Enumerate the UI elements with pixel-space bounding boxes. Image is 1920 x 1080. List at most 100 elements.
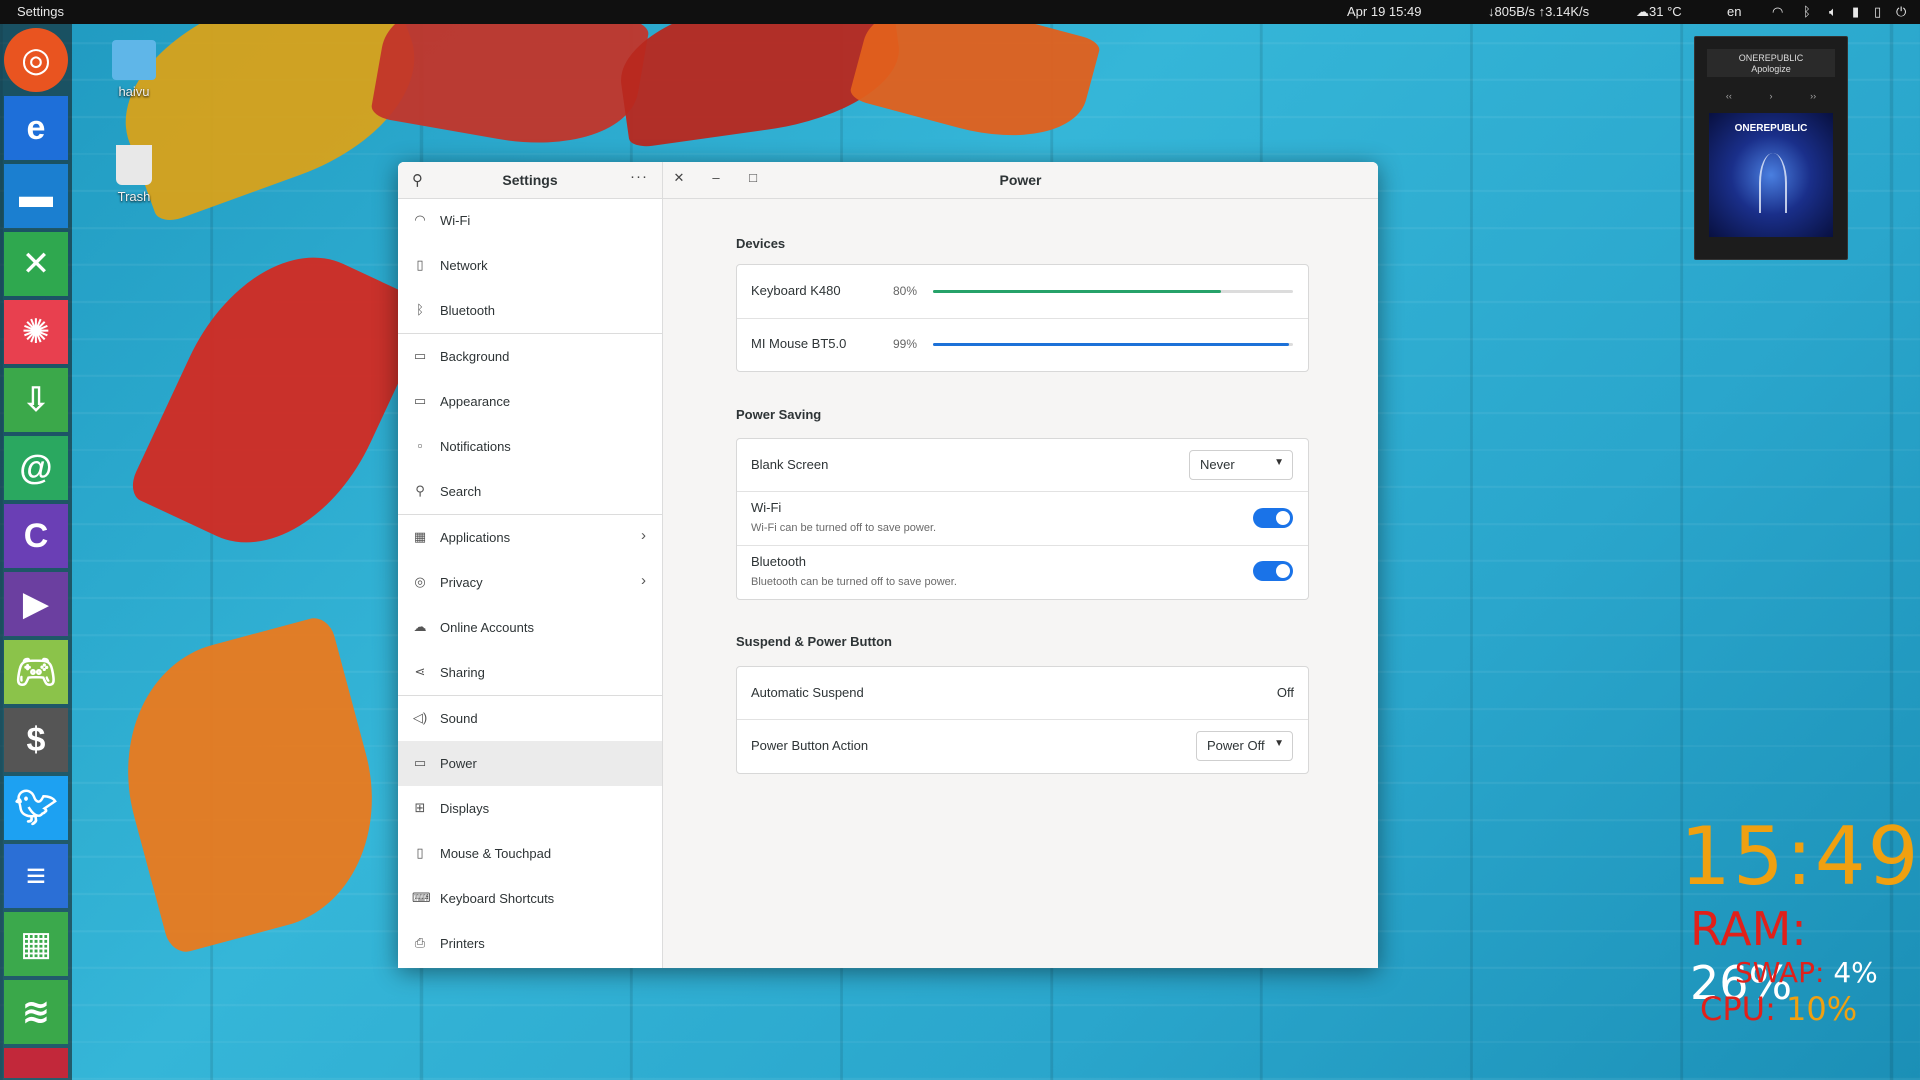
ram-label: RAM: bbox=[1690, 902, 1807, 956]
sidebar-item-power[interactable]: ▭ Power bbox=[398, 741, 662, 786]
leaf-decoration bbox=[369, 0, 651, 162]
folder-icon bbox=[112, 40, 156, 80]
sidebar-item-applications[interactable]: ▦ Applications › bbox=[398, 515, 662, 560]
album-art: ONEREPUBLIC bbox=[1709, 113, 1833, 237]
power-button-row: Power Button Action Power Off ▼ bbox=[737, 720, 1308, 773]
sidebar-item-network[interactable]: ▯ Network bbox=[398, 243, 662, 288]
ubuntu-icon[interactable]: ◎ bbox=[4, 28, 68, 92]
settings-sidebar: ⚲ Settings ··· ◠ Wi-Fi ▯ Network ᛒ Bluet… bbox=[398, 162, 663, 968]
language-indicator[interactable]: en bbox=[1727, 4, 1741, 19]
bluetooth-power-description: Bluetooth can be turned off to save powe… bbox=[751, 576, 957, 588]
sidebar-item-online-accounts[interactable]: ☁ Online Accounts bbox=[398, 605, 662, 650]
sidebar-item-sharing[interactable]: ⋖ Sharing bbox=[398, 650, 662, 695]
bluetooth-power-row: Bluetooth Bluetooth can be turned off to… bbox=[737, 546, 1308, 599]
appearance-icon: ▭ bbox=[413, 393, 427, 408]
bluetooth-status-icon[interactable]: ᛒ bbox=[1803, 4, 1811, 19]
weather[interactable]: ☁31 °C bbox=[1636, 4, 1682, 20]
settings-window: ⚲ Settings ··· ◠ Wi-Fi ▯ Network ᛒ Bluet… bbox=[398, 162, 1378, 968]
menu-icon[interactable]: ··· bbox=[630, 168, 648, 185]
bluetooth-power-label: Bluetooth bbox=[751, 554, 806, 569]
wifi-icon: ◠ bbox=[414, 212, 426, 227]
power-menu-icon[interactable]: ⏻ bbox=[1896, 4, 1906, 20]
desktop-trash[interactable]: Trash bbox=[94, 145, 174, 204]
blank-screen-row: Blank Screen Never ▼ bbox=[737, 439, 1308, 491]
clock[interactable]: Apr 19 15:49 bbox=[1347, 4, 1421, 19]
download-icon[interactable]: ⇩ bbox=[4, 368, 68, 432]
play-icon[interactable]: › bbox=[1769, 91, 1772, 101]
sidebar-item-sound[interactable]: ◁) Sound bbox=[398, 696, 662, 741]
spreadsheet-icon[interactable]: ▦ bbox=[4, 912, 68, 976]
device-percent: 80% bbox=[893, 284, 918, 298]
sidebar-item-appearance[interactable]: ▭ Appearance bbox=[398, 379, 662, 424]
camera-icon[interactable]: ✺ bbox=[4, 300, 68, 364]
mail-icon[interactable]: @ bbox=[4, 436, 68, 500]
sidebar-item-label: Network bbox=[440, 258, 488, 273]
sidebar-item-label: Keyboard Shortcuts bbox=[440, 891, 555, 906]
terminal-icon[interactable]: $ bbox=[4, 708, 68, 772]
wifi-power-description: Wi-Fi can be turned off to save power. bbox=[751, 522, 937, 534]
sidebar-item-background[interactable]: ▭ Background bbox=[398, 334, 662, 379]
battery-level-bar bbox=[933, 290, 1293, 293]
sidebar-item-label: Mouse & Touchpad bbox=[440, 846, 552, 861]
video-player-icon[interactable]: ▶ bbox=[4, 572, 68, 636]
sidebar-item-privacy[interactable]: ◎ Privacy › bbox=[398, 560, 662, 605]
sidebar-item-mouse-touchpad[interactable]: ▯ Mouse & Touchpad bbox=[398, 831, 662, 876]
displays-icon: ⊞ bbox=[414, 800, 426, 815]
album-band-name: ONEREPUBLIC bbox=[1734, 123, 1808, 134]
blank-screen-dropdown[interactable]: Never ▼ bbox=[1189, 450, 1293, 480]
device-name: Keyboard K480 bbox=[751, 283, 841, 298]
crossover-icon[interactable]: ✕ bbox=[4, 232, 68, 296]
power-icon: ▭ bbox=[413, 755, 427, 770]
cpu-label: CPU: bbox=[1700, 990, 1776, 1028]
dropdown-value: Never bbox=[1200, 457, 1235, 472]
browser-icon[interactable]: e bbox=[4, 96, 68, 160]
games-icon[interactable]: 🎮︎ bbox=[4, 640, 68, 704]
devices-heading: Devices bbox=[736, 236, 786, 251]
sidebar-item-label: Sharing bbox=[440, 665, 485, 680]
twitter-icon[interactable]: 🐦︎ bbox=[4, 776, 68, 840]
printer-icon: ⎙ bbox=[414, 935, 426, 950]
document-icon[interactable]: ≡ bbox=[4, 844, 68, 908]
leaf-decoration bbox=[96, 613, 404, 957]
sidebar-item-printers[interactable]: ⎙ Printers bbox=[398, 921, 662, 966]
active-app-name[interactable]: Settings bbox=[17, 4, 64, 19]
battery-icon[interactable]: ▯ bbox=[1874, 4, 1881, 20]
microphone-icon[interactable]: ▮ bbox=[1852, 4, 1859, 20]
applications-icon: ▦ bbox=[413, 529, 427, 544]
desktop-folder[interactable]: haivu bbox=[94, 40, 174, 99]
swap-label: SWAP: bbox=[1735, 956, 1825, 989]
mouse-icon: ▯ bbox=[416, 845, 424, 860]
music-widget: ONEREPUBLIC Apologize ‹‹ › ›› ONEREPUBLI… bbox=[1694, 36, 1848, 260]
blank-screen-label: Blank Screen bbox=[751, 457, 829, 472]
sidebar-item-search[interactable]: ⚲ Search bbox=[398, 469, 662, 514]
net-speed: ↓805B/s ↑3.14K/s bbox=[1488, 4, 1590, 19]
sidebar-item-wifi[interactable]: ◠ Wi-Fi bbox=[398, 198, 662, 243]
power-button-dropdown[interactable]: Power Off ▼ bbox=[1196, 731, 1293, 761]
chevron-right-icon: › bbox=[641, 572, 646, 589]
sidebar-item-displays[interactable]: ⊞ Displays bbox=[398, 786, 662, 831]
power-saving-card: Blank Screen Never ▼ Wi-Fi Wi-Fi can be … bbox=[736, 438, 1309, 600]
files-icon[interactable]: ▬ bbox=[4, 164, 68, 228]
app-icon[interactable] bbox=[4, 1048, 68, 1078]
sidebar-item-notifications[interactable]: ▫ Notifications bbox=[398, 424, 662, 469]
app-c-icon[interactable]: C bbox=[4, 504, 68, 568]
spotify-icon[interactable]: ≋ bbox=[4, 980, 68, 1044]
wifi-power-toggle[interactable] bbox=[1253, 508, 1293, 528]
share-icon: ⋖ bbox=[414, 664, 426, 679]
cpu-value: 10% bbox=[1786, 990, 1858, 1028]
sidebar-header: ⚲ Settings ··· bbox=[398, 162, 662, 199]
volume-icon[interactable]: 🔈︎ bbox=[1829, 4, 1837, 20]
battery-level-bar bbox=[933, 343, 1293, 346]
battery-level-fill bbox=[933, 290, 1221, 293]
notifications-icon: ▫ bbox=[417, 438, 423, 453]
search-icon: ⚲ bbox=[415, 483, 425, 498]
automatic-suspend-row[interactable]: Automatic Suspend Off bbox=[737, 667, 1308, 719]
sidebar-item-bluetooth[interactable]: ᛒ Bluetooth bbox=[398, 288, 662, 333]
now-playing: ONEREPUBLIC Apologize bbox=[1707, 49, 1835, 77]
sidebar-item-keyboard-shortcuts[interactable]: ⌨ Keyboard Shortcuts bbox=[398, 876, 662, 921]
previous-icon[interactable]: ‹‹ bbox=[1726, 91, 1732, 101]
cloud-icon: ☁ bbox=[413, 619, 427, 634]
wifi-status-icon[interactable]: ◠ bbox=[1772, 4, 1783, 20]
bluetooth-power-toggle[interactable] bbox=[1253, 561, 1293, 581]
next-icon[interactable]: ›› bbox=[1810, 91, 1816, 101]
